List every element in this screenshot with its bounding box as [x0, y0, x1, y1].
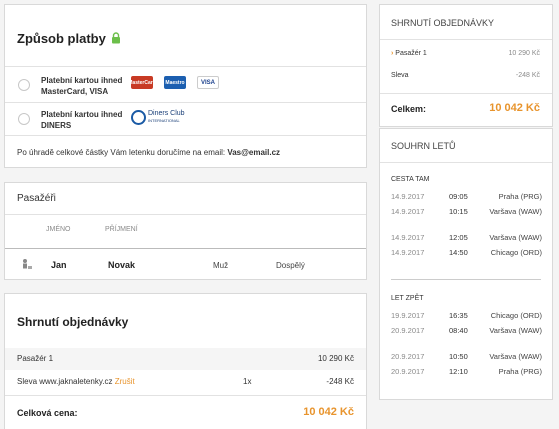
passengers-title: Pasažéři [17, 193, 56, 204]
flight-leg-time: 14:50 [449, 248, 468, 257]
sidebar-discount-price: -248 Kč [515, 72, 540, 79]
order-discount-price: -248 Kč [326, 377, 354, 386]
sidebar-passenger-row[interactable]: › Pasažér 1 [391, 50, 427, 57]
order-passenger-price: 10 290 Kč [317, 354, 354, 363]
visa-logo: VISA [197, 76, 219, 89]
order-total-label: Celková cena: [17, 408, 78, 418]
flight-leg-date: 20.9.2017 [391, 326, 425, 335]
flight-leg-time: 10:50 [449, 352, 468, 361]
order-passenger-label: Pasažér 1 [17, 354, 54, 363]
passenger-last-name: Novak [108, 260, 136, 270]
passenger-type: Dospělý [276, 261, 305, 270]
mastercard-logo: MasterCard [128, 76, 156, 89]
payment-title: Způsob platby [17, 31, 121, 47]
flight-leg-time: 08:40 [449, 326, 468, 335]
flight-leg-date: 14.9.2017 [391, 192, 425, 201]
person-icon [21, 257, 33, 275]
chevron-right-icon: › [391, 50, 394, 57]
sidebar-passenger-price: 10 290 Kč [508, 50, 540, 57]
order-discount-label: Sleva www.jaknaletenky.cz Zrušit [17, 377, 135, 386]
passenger-first-name: Jan [51, 260, 67, 270]
flight-leg-place: Chicago (ORD) [490, 248, 542, 257]
column-header-first-name: JMÉNO [46, 226, 71, 233]
sidebar-discount-label: Sleva [391, 72, 409, 79]
passenger-gender: Muž [213, 261, 229, 270]
flights-summary-panel: SOUHRN LETŮ CESTA TAM LET ZPĚT 14.9.2017… [379, 128, 553, 400]
return-label: LET ZPĚT [391, 295, 424, 302]
maestro-logo: Maestro [164, 76, 186, 89]
flight-leg-time: 16:35 [449, 311, 468, 320]
order-summary-panel: Shrnutí objednávky Pasažér 1 10 290 Kč S… [4, 293, 367, 429]
order-summary-title: Shrnutí objednávky [17, 315, 129, 329]
sidebar-order-panel: SHRNUTÍ OBJEDNÁVKY › Pasažér 1 10 290 Kč… [379, 4, 553, 127]
flight-leg-place: Chicago (ORD) [490, 311, 542, 320]
discount-cancel-link[interactable]: Zrušit [115, 377, 135, 386]
order-discount-qty: 1x [243, 377, 252, 386]
column-header-last-name: PŘÍJMENÍ [105, 226, 138, 233]
payment-option-card-radio[interactable] [18, 79, 30, 91]
flight-leg-place: Praha (PRG) [498, 367, 542, 376]
flight-leg-date: 20.9.2017 [391, 367, 425, 376]
sidebar-order-title: SHRNUTÍ OBJEDNÁVKY [391, 18, 495, 28]
flight-leg-time: 09:05 [449, 192, 468, 201]
flight-leg-date: 14.9.2017 [391, 248, 425, 257]
flight-leg-place: Varšava (WAW) [489, 352, 542, 361]
passengers-panel: Pasažéři JMÉNO PŘÍJMENÍ Jan Novak Muž Do… [4, 182, 367, 280]
flight-leg-date: 14.9.2017 [391, 233, 425, 242]
lock-icon [111, 32, 121, 47]
sidebar-total-label: Celkem: [391, 104, 427, 114]
flight-leg-place: Varšava (WAW) [489, 207, 542, 216]
diners-club-logo: Diners Club INTERNATIONAL [131, 108, 185, 126]
flight-leg-place: Varšava (WAW) [489, 326, 542, 335]
outbound-label: CESTA TAM [391, 176, 430, 183]
payment-delivery-note: Po úhradě celkové částky Vám letenku dor… [17, 148, 281, 157]
payment-option-card-label[interactable]: Platební kartou ihned MasterCard, VISA [41, 75, 122, 97]
flight-leg-date: 19.9.2017 [391, 311, 425, 320]
payment-option-diners-radio[interactable] [18, 113, 30, 125]
flight-leg-date: 20.9.2017 [391, 352, 425, 361]
flight-leg-place: Praha (PRG) [498, 192, 542, 201]
flight-leg-time: 12:10 [449, 367, 468, 376]
flight-leg-date: 14.9.2017 [391, 207, 425, 216]
diners-circle-icon [131, 109, 146, 125]
payment-panel: Způsob platby Platební kartou ihned Mast… [4, 4, 367, 168]
delivery-email: Vas@email.cz [227, 148, 281, 157]
order-total-price: 10 042 Kč [303, 406, 354, 418]
flights-summary-title: SOUHRN LETŮ [391, 141, 456, 151]
flight-leg-place: Varšava (WAW) [489, 233, 542, 242]
flight-leg-time: 12:05 [449, 233, 468, 242]
flight-leg-time: 10:15 [449, 207, 468, 216]
sidebar-total-price: 10 042 Kč [489, 102, 540, 114]
payment-option-diners-label[interactable]: Platební kartou ihned DINERS [41, 109, 122, 131]
